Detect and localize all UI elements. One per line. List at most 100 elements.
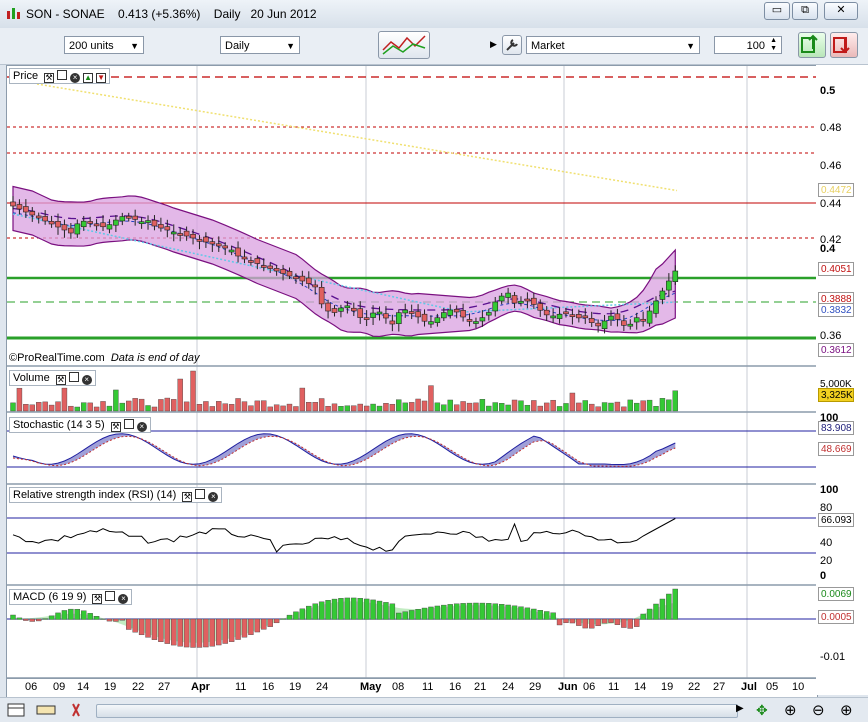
stochastic-badge: 83.908 [818, 421, 854, 435]
volume-bar [479, 399, 486, 412]
candle-body [588, 318, 595, 323]
volume-bar [428, 385, 434, 412]
window-icon[interactable] [68, 372, 79, 382]
macd-bar [453, 603, 460, 620]
order-type-select[interactable]: Market ▼ [526, 36, 700, 54]
sell-button[interactable] [830, 32, 858, 58]
candle-body [74, 223, 81, 235]
chart-lines-icon [382, 35, 426, 55]
close-icon[interactable]: × [118, 594, 129, 604]
macd-bar [293, 611, 299, 620]
candle-body [486, 312, 492, 316]
link-icon[interactable] [66, 701, 86, 719]
x-tick-label: Jul [741, 681, 757, 693]
zoom-fit-icon[interactable]: ⊕ [784, 701, 797, 719]
macd-bar [582, 618, 588, 629]
volume-bar [190, 370, 196, 412]
x-tick-label: 29 [529, 681, 542, 693]
minimize-button[interactable]: ▭ [764, 2, 790, 20]
autoscale-icon[interactable]: ✥ [756, 702, 768, 719]
macd-bar [306, 605, 312, 620]
restore-button[interactable]: ⧉ [792, 2, 818, 20]
candle-body [421, 313, 428, 322]
macd-bar [408, 610, 415, 620]
chart-area[interactable]: Price ⚒ × ▲ ▼ ©ProRealTime.com Data is end … [6, 65, 818, 697]
macd-bar [318, 601, 325, 620]
window-icon[interactable] [57, 70, 68, 80]
x-tick-label: 08 [392, 681, 405, 693]
volume-bar [331, 403, 338, 412]
volume-bar [531, 400, 537, 412]
buy-button[interactable] [798, 32, 826, 58]
x-tick-label: 22 [132, 681, 145, 693]
arrow-up-icon[interactable]: ▲ [83, 73, 94, 83]
close-button[interactable]: ✕ [824, 2, 858, 20]
volume-bar [177, 378, 183, 412]
candle-body [80, 220, 87, 228]
app-icon [7, 8, 20, 19]
ruler-icon[interactable] [36, 702, 56, 718]
volume-bar [608, 402, 614, 412]
quantity-input[interactable]: 100 ▲ ▼ [714, 36, 782, 54]
candle-body [183, 230, 190, 237]
volume-bar [29, 404, 35, 412]
macd-bar [126, 618, 132, 630]
wrench-button[interactable] [502, 35, 522, 55]
macd-bar [48, 615, 55, 620]
volume-bar [659, 398, 666, 412]
candle-body [203, 236, 209, 243]
vertical-grid [196, 66, 748, 678]
zoom-out-icon[interactable]: ⊖ [812, 701, 825, 719]
chart-tools-button[interactable] [378, 31, 430, 59]
close-icon[interactable]: × [208, 492, 219, 502]
wrench-icon[interactable]: ⚒ [55, 375, 66, 385]
price-panel-title: Price ⚒ × ▲ ▼ [9, 68, 111, 84]
price-badge: 0.3832 [818, 303, 854, 317]
x-tick-label: 24 [502, 681, 515, 693]
units-select[interactable]: 200 units ▼ [64, 36, 144, 54]
close-icon[interactable]: × [81, 375, 92, 385]
macd-bar [113, 618, 119, 622]
volume-bar [16, 387, 23, 412]
wrench-icon[interactable]: ⚒ [182, 492, 193, 502]
macd-bar [61, 610, 68, 620]
calendar-icon[interactable] [6, 702, 26, 718]
arrow-down-icon[interactable]: ▼ [96, 73, 107, 83]
volume-bar [351, 405, 357, 412]
candle-body [125, 215, 132, 219]
window-icon[interactable] [105, 591, 116, 601]
macd-bar [222, 618, 228, 644]
horizontal-scrollbar[interactable] [96, 704, 738, 718]
price-badge: 0.3612 [818, 343, 854, 357]
volume-bar [344, 405, 351, 412]
candle-body [447, 309, 454, 316]
period-select[interactable]: Daily ▼ [220, 36, 300, 54]
volume-bar [421, 400, 428, 412]
macd-bar [518, 606, 524, 620]
volume-bar [209, 406, 216, 412]
candle-body [286, 271, 293, 277]
wrench-icon[interactable]: ⚒ [110, 422, 121, 432]
volume-bar [441, 404, 447, 412]
candle-body [524, 298, 531, 302]
macd-bar [23, 618, 29, 621]
zoom-in-icon[interactable]: ⊕ [840, 701, 853, 719]
window-icon[interactable] [195, 489, 206, 499]
macd-bar [196, 618, 203, 648]
close-icon[interactable]: × [136, 422, 147, 432]
volume-bar [653, 406, 659, 412]
scroll-right-icon[interactable]: ▶ [736, 703, 744, 714]
candle-body [10, 201, 16, 207]
close-icon[interactable]: × [70, 73, 81, 83]
wrench-icon[interactable]: ⚒ [44, 73, 55, 83]
macd-bar [601, 618, 608, 624]
macd-panel-title: MACD (6 19 9) ⚒ × [9, 589, 133, 605]
volume-bar [87, 402, 93, 412]
wrench-icon[interactable]: ⚒ [92, 594, 103, 604]
macd-bar [16, 617, 23, 620]
candle-body [119, 216, 126, 222]
macd-bar [209, 618, 216, 647]
volume-bar [383, 403, 389, 412]
window-icon[interactable] [123, 419, 134, 429]
macd-bar [389, 603, 396, 620]
